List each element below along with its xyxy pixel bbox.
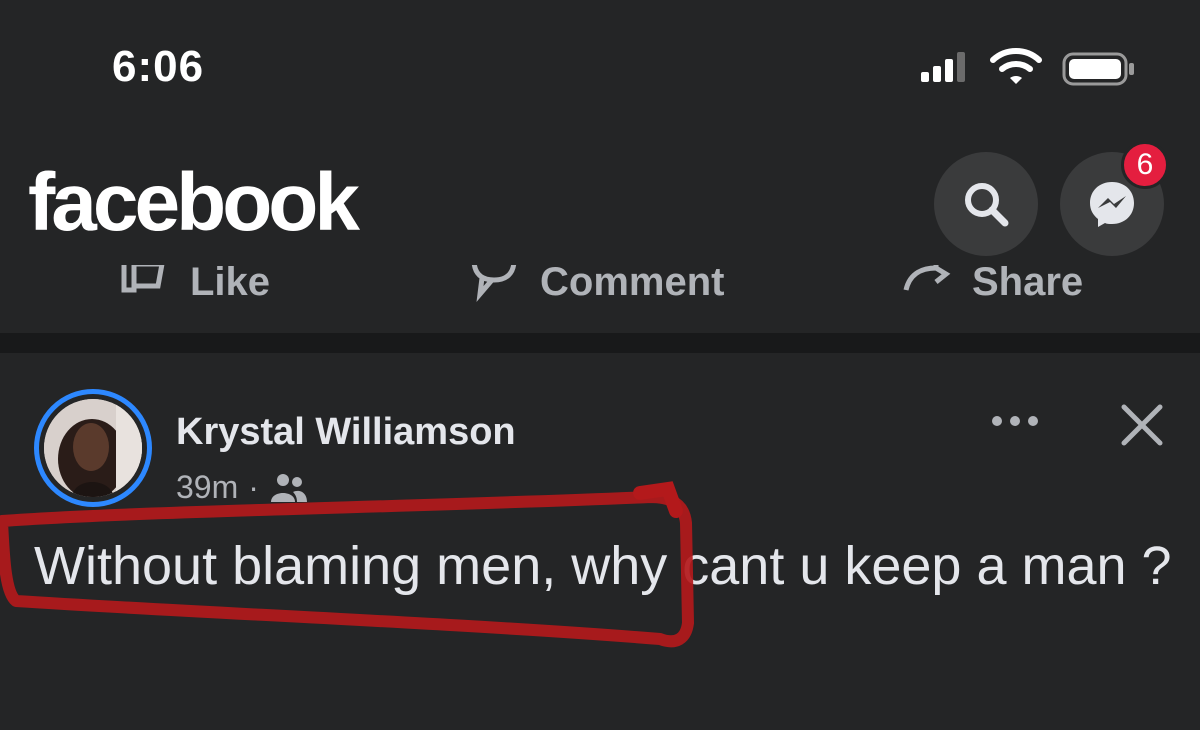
- more-options-icon[interactable]: [990, 411, 1040, 431]
- feed-divider: [0, 333, 1200, 353]
- profile-photo: [44, 399, 142, 497]
- messenger-icon: [1090, 182, 1134, 227]
- search-button[interactable]: [934, 152, 1038, 256]
- post-text: Without blaming men, why cant u keep a m…: [34, 536, 1172, 596]
- post-meta: 39m ·: [176, 469, 309, 506]
- post-time[interactable]: 39m: [176, 469, 238, 506]
- messenger-badge: 6: [1121, 141, 1169, 189]
- post-author[interactable]: Krystal Williamson: [176, 411, 516, 454]
- like-button[interactable]: Like: [118, 265, 270, 307]
- like-icon: [121, 265, 165, 293]
- wifi-icon: [990, 48, 1042, 84]
- comment-button[interactable]: Comment: [468, 265, 724, 307]
- share-button[interactable]: Share: [900, 265, 1083, 307]
- meta-separator: ·: [248, 469, 259, 505]
- friends-icon: [270, 473, 307, 502]
- status-bar: 6:06: [0, 0, 1200, 130]
- share-icon: [903, 265, 951, 291]
- status-time: 6:06: [112, 42, 205, 91]
- feed-post: Krystal Williamson 39m · Without blaming…: [0, 353, 1200, 730]
- avatar-story-ring[interactable]: [34, 389, 152, 507]
- comment-icon: [471, 265, 517, 302]
- app-header: facebook: [0, 130, 1200, 265]
- previous-post-actions: Like Comment Share: [0, 265, 1200, 333]
- like-label: Like: [190, 265, 271, 304]
- close-icon[interactable]: [1118, 401, 1166, 449]
- battery-icon: [1062, 52, 1134, 86]
- cellular-signal-icon: [921, 52, 965, 82]
- avatar: [44, 399, 142, 497]
- share-label: Share: [972, 265, 1084, 304]
- search-icon: [965, 183, 1009, 227]
- comment-label: Comment: [540, 265, 725, 304]
- facebook-logo[interactable]: facebook: [28, 156, 360, 250]
